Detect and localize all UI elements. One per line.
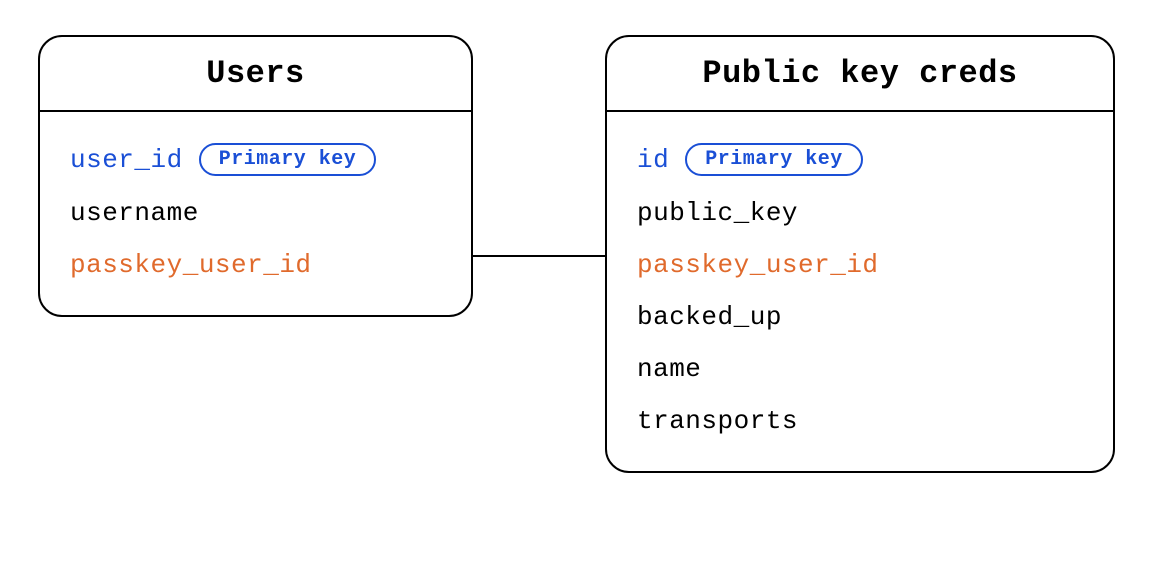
field-public-key: public_key bbox=[637, 198, 798, 228]
entity-creds-title: Public key creds bbox=[607, 37, 1113, 112]
field-row: passkey_user_id bbox=[637, 239, 1083, 291]
field-transports: transports bbox=[637, 406, 798, 436]
field-row: user_id Primary key bbox=[70, 132, 441, 187]
primary-key-badge: Primary key bbox=[199, 143, 377, 176]
field-backed-up: backed_up bbox=[637, 302, 782, 332]
entity-creds-body: id Primary key public_key passkey_user_i… bbox=[607, 112, 1113, 471]
relationship-connector bbox=[473, 255, 605, 257]
entity-users: Users user_id Primary key username passk… bbox=[38, 35, 473, 317]
field-row: username bbox=[70, 187, 441, 239]
field-row: name bbox=[637, 343, 1083, 395]
field-passkey-user-id: passkey_user_id bbox=[637, 250, 879, 280]
field-row: public_key bbox=[637, 187, 1083, 239]
primary-key-badge: Primary key bbox=[685, 143, 863, 176]
field-row: backed_up bbox=[637, 291, 1083, 343]
field-row: transports bbox=[637, 395, 1083, 447]
field-row: passkey_user_id bbox=[70, 239, 441, 291]
field-username: username bbox=[70, 198, 199, 228]
field-passkey-user-id: passkey_user_id bbox=[70, 250, 312, 280]
entity-users-title: Users bbox=[40, 37, 471, 112]
field-name: name bbox=[637, 354, 701, 384]
field-id: id bbox=[637, 145, 669, 175]
entity-users-body: user_id Primary key username passkey_use… bbox=[40, 112, 471, 315]
entity-public-key-creds: Public key creds id Primary key public_k… bbox=[605, 35, 1115, 473]
field-row: id Primary key bbox=[637, 132, 1083, 187]
field-user-id: user_id bbox=[70, 145, 183, 175]
